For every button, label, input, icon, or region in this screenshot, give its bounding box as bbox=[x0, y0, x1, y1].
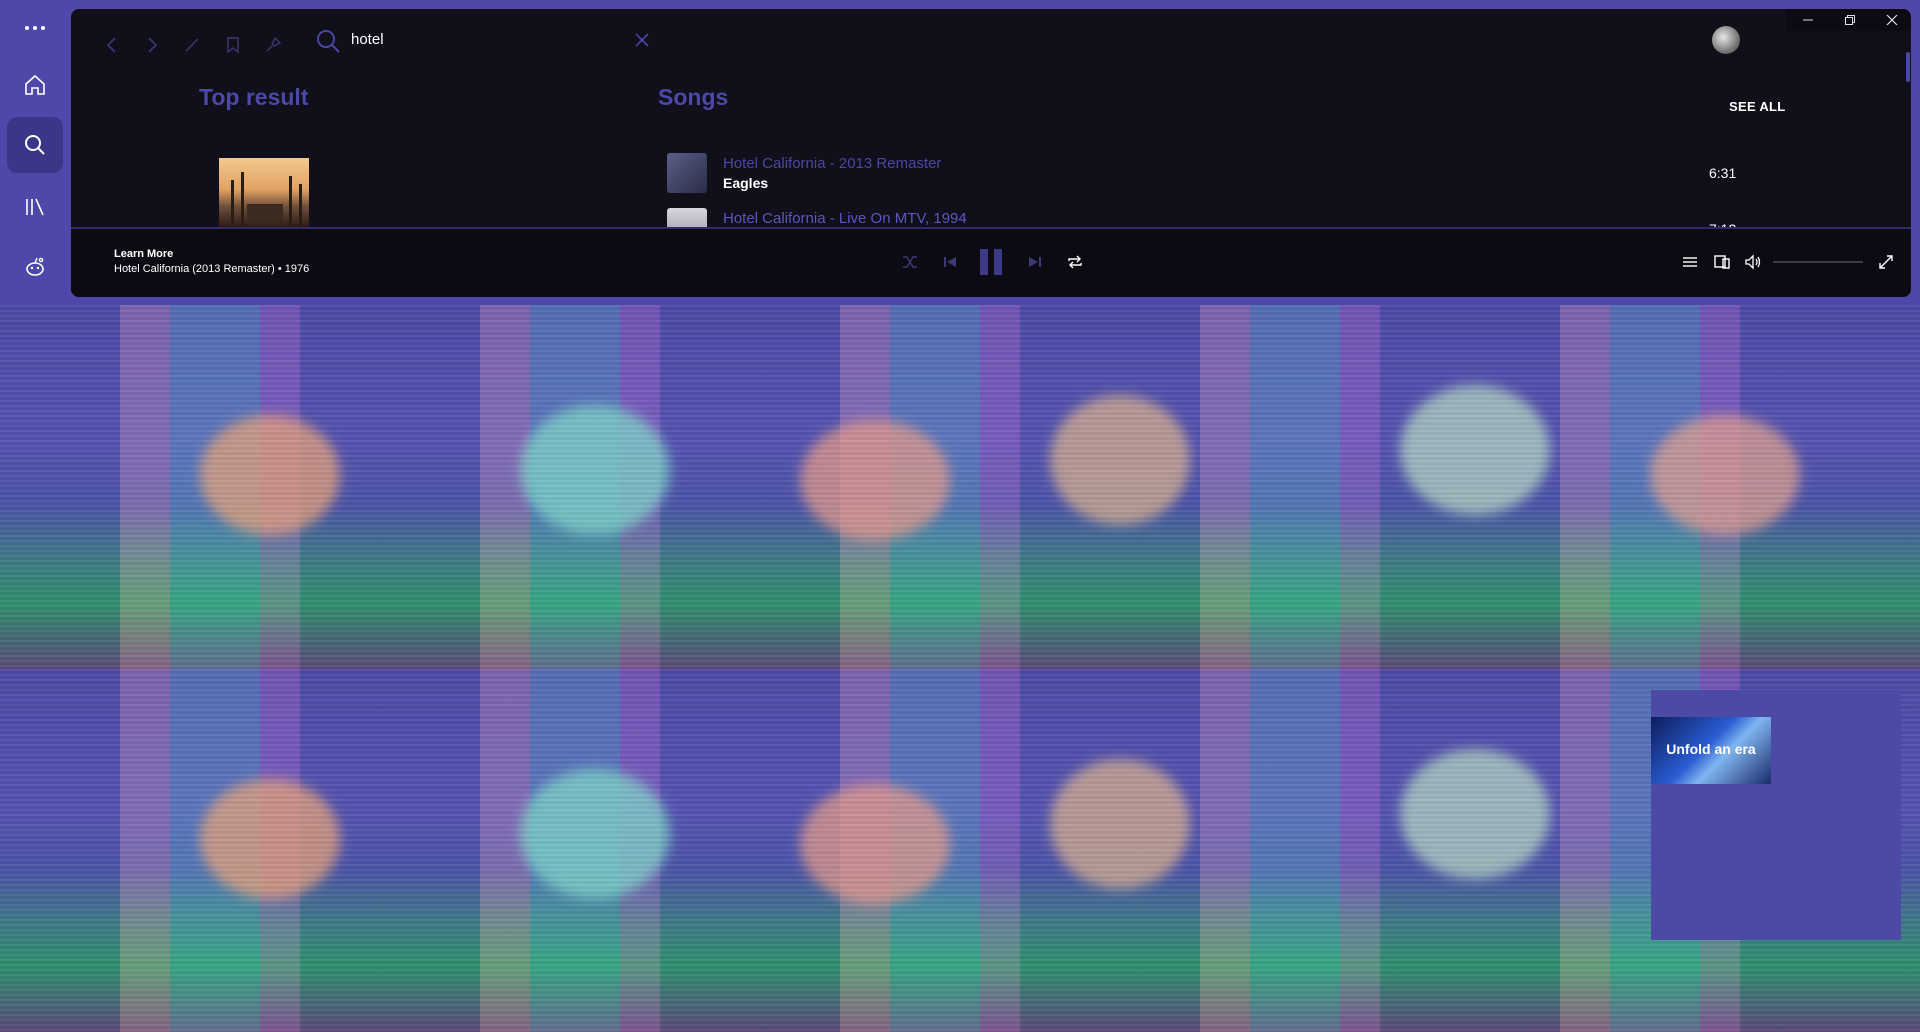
top-result-heading: Top result bbox=[199, 84, 309, 110]
restore-button[interactable] bbox=[1828, 9, 1872, 31]
ellipsis-icon bbox=[25, 26, 45, 30]
close-window-button[interactable] bbox=[1870, 9, 1911, 31]
devices-icon[interactable] bbox=[1713, 253, 1731, 271]
now-playing-link[interactable]: Learn More bbox=[114, 248, 173, 260]
search-results: Top result Songs SEE ALL Hotel Californi… bbox=[71, 69, 1911, 235]
volume-icon[interactable] bbox=[1744, 253, 1762, 271]
background-artwork-top bbox=[0, 305, 1920, 669]
previous-icon[interactable] bbox=[941, 253, 959, 271]
search-icon bbox=[25, 135, 45, 155]
avatar[interactable] bbox=[1712, 26, 1740, 54]
close-icon bbox=[1886, 14, 1898, 26]
minimize-icon bbox=[1803, 19, 1813, 21]
repeat-icon[interactable] bbox=[1066, 253, 1084, 271]
pause-button[interactable] bbox=[980, 249, 1004, 275]
home-button[interactable] bbox=[7, 57, 63, 113]
ad-text: Unfold an era bbox=[1666, 741, 1756, 757]
left-rail bbox=[0, 0, 70, 300]
search-nav-button[interactable] bbox=[7, 117, 63, 173]
window-controls bbox=[1786, 9, 1911, 31]
forward-arrow-icon[interactable] bbox=[143, 36, 161, 54]
reddit-button[interactable] bbox=[7, 239, 63, 295]
song-thumbnail bbox=[667, 153, 707, 193]
app-window: hotel Top result Songs SEE ALL Hotel Cal… bbox=[71, 9, 1911, 297]
ad-banner[interactable]: Unfold an era bbox=[1651, 717, 1771, 784]
queue-icon[interactable] bbox=[1681, 253, 1699, 271]
next-icon[interactable] bbox=[1026, 253, 1044, 271]
search-input[interactable]: hotel bbox=[351, 31, 384, 48]
songs-heading: Songs bbox=[658, 84, 729, 110]
pin-icon[interactable] bbox=[264, 36, 282, 54]
library-button[interactable] bbox=[7, 179, 63, 235]
top-result-album-art[interactable] bbox=[219, 158, 309, 228]
see-all-link[interactable]: SEE ALL bbox=[1729, 99, 1786, 114]
back-arrow-icon[interactable] bbox=[103, 36, 121, 54]
search-field-icon bbox=[315, 28, 341, 54]
now-playing-info: Hotel California (2013 Remaster) • 1976 bbox=[114, 263, 310, 275]
library-icon bbox=[26, 198, 44, 216]
song-duration: 6:31 bbox=[1709, 165, 1737, 181]
reddit-icon bbox=[26, 257, 44, 276]
player-bar: Learn More Hotel California (2013 Remast… bbox=[71, 227, 1911, 297]
restore-icon bbox=[1845, 15, 1855, 25]
song-artist[interactable]: Eagles bbox=[723, 175, 768, 191]
background-artwork-bottom bbox=[0, 669, 1920, 1032]
ad-panel: Unfold an era bbox=[1651, 690, 1901, 940]
top-bar: hotel bbox=[71, 9, 1911, 69]
shuffle-icon[interactable] bbox=[901, 253, 919, 271]
song-title[interactable]: Hotel California - Live On MTV, 1994 bbox=[723, 210, 967, 227]
volume-slider[interactable] bbox=[1773, 261, 1863, 263]
clear-search-icon[interactable] bbox=[632, 30, 652, 50]
collapse-icon[interactable] bbox=[183, 36, 201, 54]
song-title[interactable]: Hotel California - 2013 Remaster bbox=[723, 155, 941, 172]
bookmark-icon[interactable] bbox=[224, 36, 242, 54]
song-row[interactable]: Hotel California - 2013 Remaster Eagles … bbox=[667, 153, 1827, 195]
minimize-button[interactable] bbox=[1786, 9, 1830, 31]
home-icon bbox=[25, 74, 45, 95]
fullscreen-icon[interactable] bbox=[1877, 253, 1895, 271]
more-options-button[interactable] bbox=[7, 0, 63, 56]
